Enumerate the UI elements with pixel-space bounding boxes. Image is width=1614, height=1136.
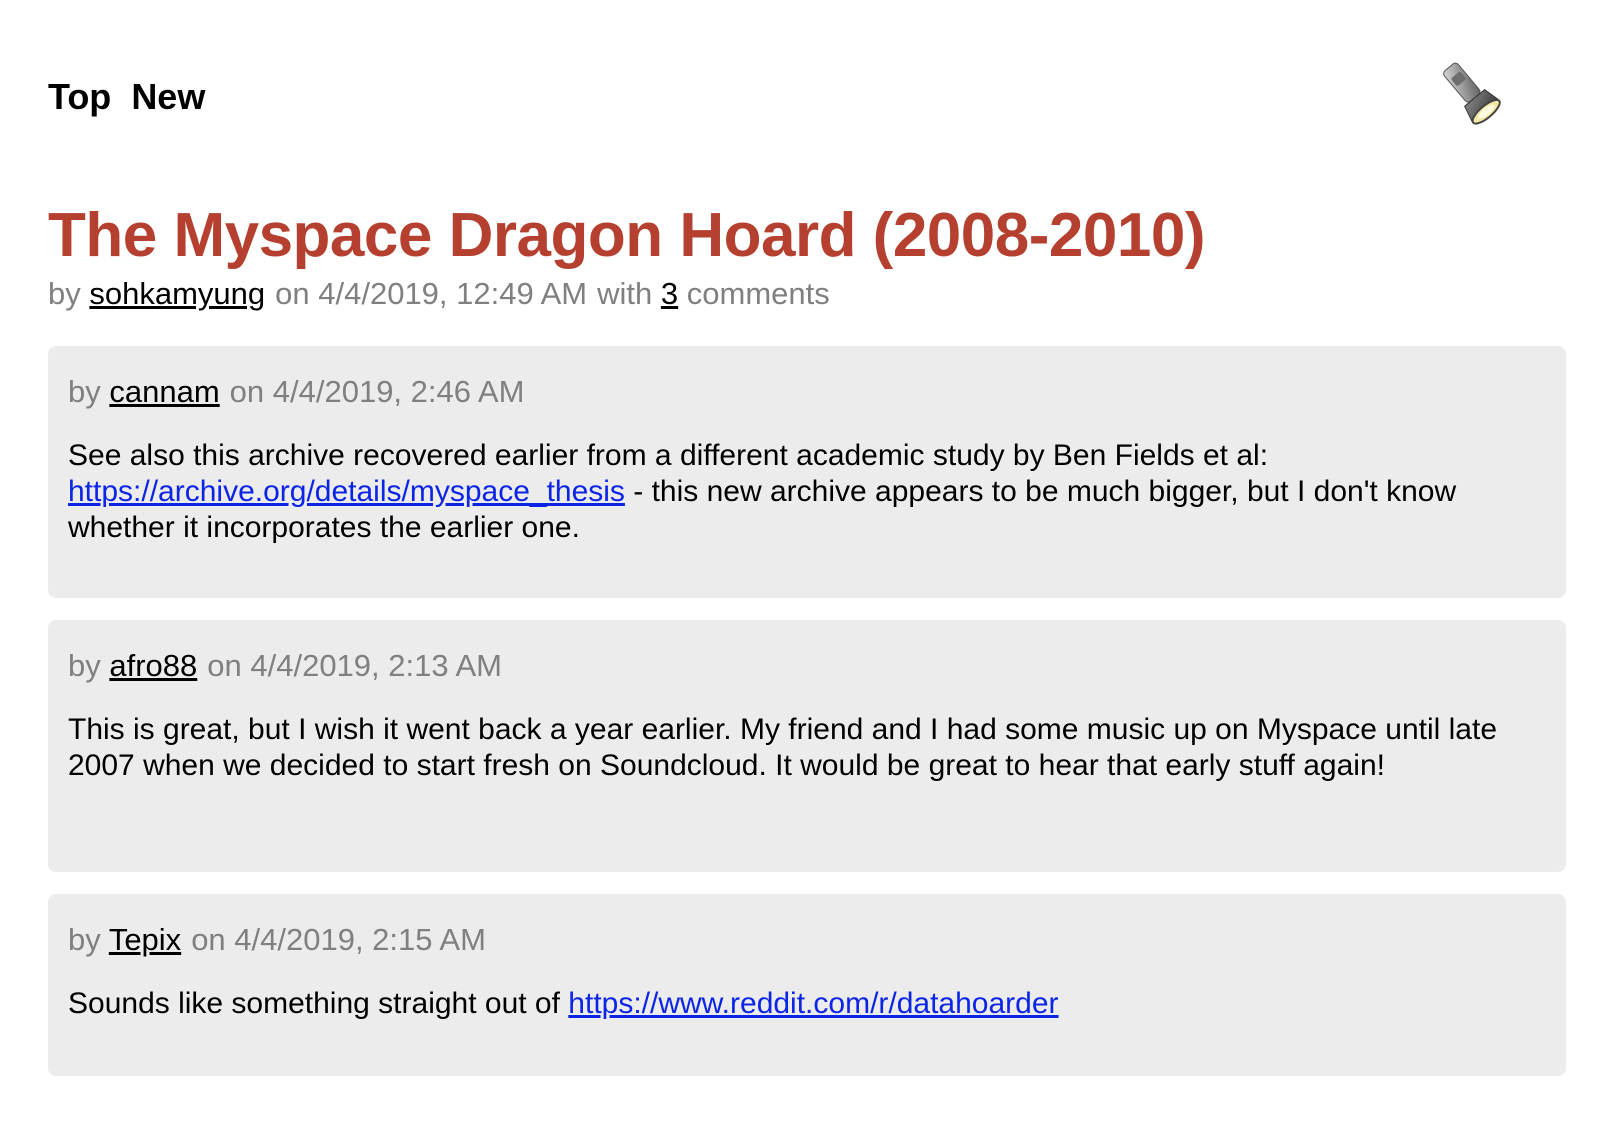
story-title: The Myspace Dragon Hoard (2008-2010): [48, 201, 1205, 270]
story-author-link[interactable]: sohkamyung: [89, 276, 265, 311]
main-nav: Top New: [48, 74, 205, 120]
comment-card: by cannam on 4/4/2019, 2:46 AM See also t…: [48, 346, 1566, 598]
story-by-label: by: [48, 276, 81, 311]
comment-body: Sounds like something straight out of ht…: [68, 986, 1546, 1022]
flashlight-icon[interactable]: [1432, 56, 1508, 132]
comment-link[interactable]: https://www.reddit.com/r/datahoarder: [568, 987, 1058, 1020]
comment-date: on 4/4/2019, 2:46 AM: [229, 374, 525, 409]
comment-card: by afro88 on 4/4/2019, 2:13 AM This is gr…: [48, 620, 1566, 872]
story-meta: by sohkamyung on 4/4/2019, 12:49 AM with 3…: [48, 274, 1566, 314]
comment-author-link[interactable]: afro88: [109, 648, 197, 683]
comment-meta: by afro88 on 4/4/2019, 2:13 AM: [68, 646, 1546, 686]
comment-list: by cannam on 4/4/2019, 2:46 AM See also t…: [48, 346, 1566, 1076]
comment-meta: by Tepix on 4/4/2019, 2:15 AM: [68, 920, 1546, 960]
comment-meta: by cannam on 4/4/2019, 2:46 AM: [68, 372, 1546, 412]
story-comments-label: comments: [686, 276, 830, 311]
comment-author-link[interactable]: cannam: [109, 374, 219, 409]
comment-body: See also this archive recovered earlier …: [68, 438, 1546, 546]
comment-link[interactable]: https://archive.org/details/myspace_thes…: [68, 475, 625, 508]
top-bar: Top New: [48, 0, 1566, 170]
story-comment-count-link[interactable]: 3: [661, 276, 678, 311]
comment-author-link[interactable]: Tepix: [109, 922, 181, 957]
page: Top New The Myspace Dragon Hoard (2008-2…: [0, 0, 1614, 1136]
comment-date: on 4/4/2019, 2:13 AM: [207, 648, 503, 683]
comment-by-label: by: [68, 374, 101, 409]
story-with-label: with: [597, 276, 653, 311]
comment-body: This is great, but I wish it went back a…: [68, 713, 1497, 782]
comment-text-part: Sounds like something straight out of: [68, 987, 569, 1020]
comment-text-part: See also this archive recovered earlier …: [68, 439, 1269, 472]
comment-date: on 4/4/2019, 2:15 AM: [191, 922, 486, 957]
story-date: on 4/4/2019, 12:49 AM: [275, 276, 588, 311]
comment-by-label: by: [68, 648, 101, 683]
comment-by-label: by: [68, 922, 101, 957]
nav-new-link[interactable]: New: [131, 74, 205, 120]
comment-card: by Tepix on 4/4/2019, 2:15 AM Sounds like…: [48, 894, 1566, 1076]
nav-top-link[interactable]: Top: [48, 74, 111, 120]
